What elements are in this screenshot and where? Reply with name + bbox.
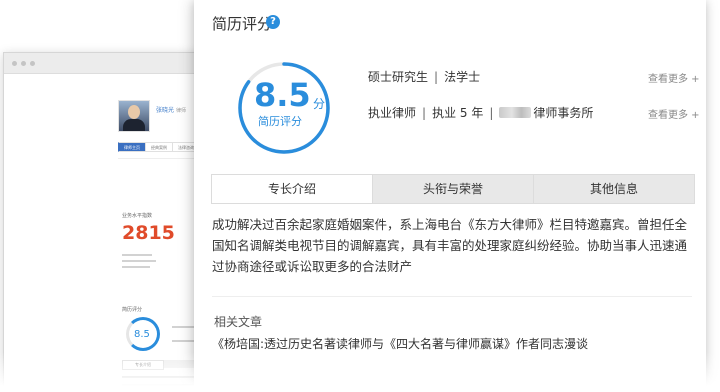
view-more-career-link[interactable]: 查看更多 +	[648, 106, 700, 121]
level-value: 2815	[122, 222, 175, 244]
profile-tabs: 律师主页 经典案例 法律咨询	[118, 142, 200, 152]
law-firm: 律师事务所	[533, 106, 594, 120]
text-line	[122, 254, 152, 256]
separator: |	[489, 106, 494, 120]
degree: 硕士研究生	[368, 70, 429, 84]
lawyer-title: 律师	[176, 108, 187, 114]
score-value: 8.5	[254, 76, 311, 114]
bottom-fade	[0, 352, 720, 392]
text-line	[122, 266, 150, 268]
tab-titles-honors[interactable]: 头衔与荣誉	[372, 175, 533, 203]
specialty-description: 成功解决过百余起家庭婚姻案件，系上海电台《东方大律师》栏目特邀嘉宾。曾担任全国知…	[212, 217, 688, 274]
lawyer-status: 执业律师	[368, 106, 417, 120]
profile-tab[interactable]: 律师主页	[118, 142, 146, 152]
score-unit: 分	[313, 97, 326, 111]
view-more-education-link[interactable]: 查看更多 +	[648, 70, 700, 85]
profile-tab[interactable]: 经典案例	[146, 142, 173, 152]
redacted-firm-name	[499, 107, 532, 118]
education-row: 硕士研究生 | 法学士	[368, 68, 480, 85]
window-dot-icon	[30, 61, 35, 66]
section-divider	[212, 296, 692, 297]
score-label: 简历评分	[122, 307, 143, 313]
score-label: 简历评分	[258, 115, 302, 128]
practice-years: 执业 5 年	[432, 106, 484, 120]
related-articles-title: 相关文章	[214, 315, 263, 329]
tab-other-info[interactable]: 其他信息	[533, 175, 694, 203]
lawyer-name[interactable]: 张晓光 律师	[156, 105, 186, 114]
card-title: 简历评分	[212, 15, 273, 33]
separator: |	[422, 106, 427, 120]
career-row: 执业律师 | 执业 5 年 | 律师事务所	[368, 104, 593, 121]
window-dot-icon	[21, 61, 26, 66]
level-label: 业务水平指数	[122, 213, 153, 219]
detail-tabs: 专长介绍 头衔与荣誉 其他信息	[211, 174, 695, 204]
score-value: 8.5	[134, 329, 150, 340]
text-line	[122, 260, 156, 262]
major: 法学士	[444, 70, 481, 84]
lawyer-avatar	[118, 100, 150, 132]
resume-score-card: 简历评分 ? 8.5 分 简历评分 硕士研究生 | 法学士 查看更多 + 执业律师 |…	[194, 0, 706, 392]
question-circle-icon[interactable]: ?	[266, 15, 280, 29]
related-article-link[interactable]: 《杨培国:透过历史名著读律师与《四大名著与律师赢谋》作者同志漫谈	[212, 335, 588, 352]
separator: |	[434, 70, 439, 84]
window-dot-icon	[12, 61, 17, 66]
tab-specialty[interactable]: 专长介绍	[212, 175, 372, 203]
